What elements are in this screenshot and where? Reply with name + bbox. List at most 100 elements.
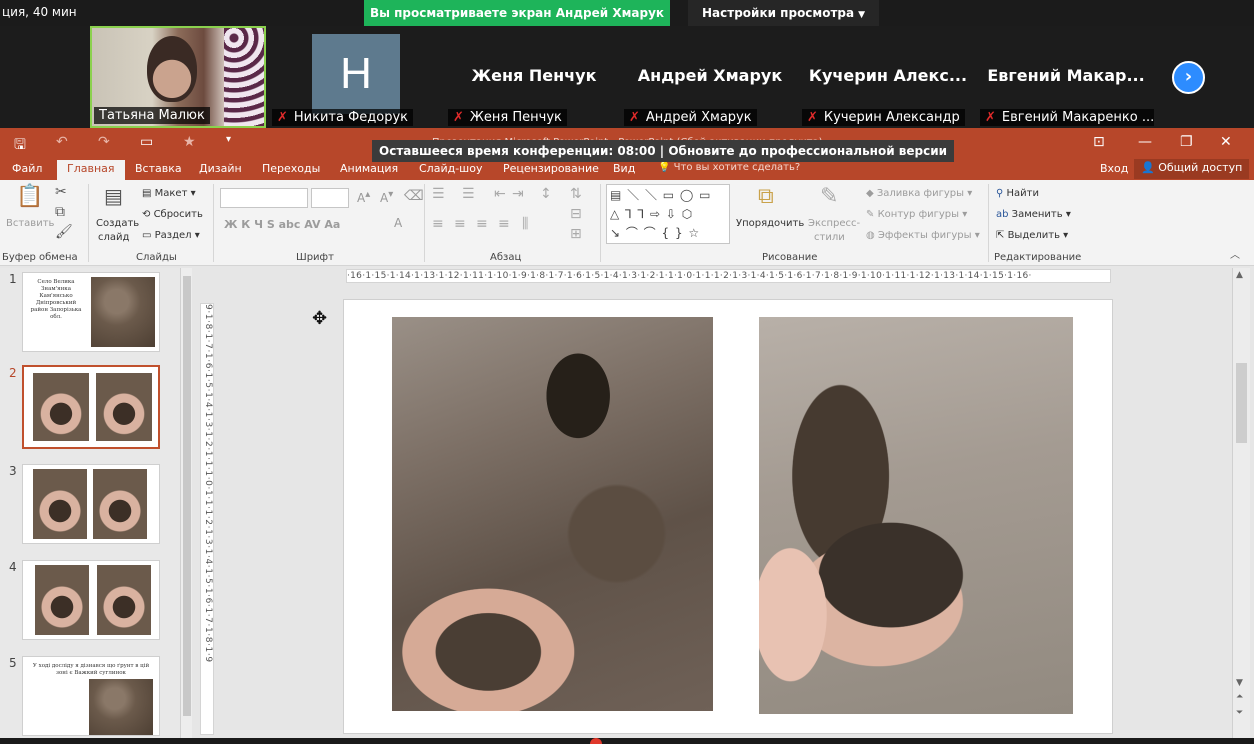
scroll-down-icon[interactable]: ▼ <box>1236 678 1243 688</box>
tab-view[interactable]: Вид <box>613 162 635 175</box>
participants-strip: Татьяна Малюк H ✗ Никита Федорук Женя Пен… <box>0 26 1254 128</box>
shape-outline-button[interactable]: ✎ Контур фигуры ▾ <box>866 209 967 220</box>
minimize-icon[interactable]: — <box>1138 134 1152 150</box>
shapes-gallery[interactable]: ▤ ＼ ＼ ▭ ◯ ▭ △ ⅂ ⅂ ⇨ ⇩ ⬡ ↘ ⌒ ⌒ { } ☆ <box>606 184 730 244</box>
indent-icon[interactable]: ⇤ <box>494 186 506 202</box>
scrollbar-thumb[interactable] <box>1236 363 1247 443</box>
arrange-icon[interactable]: ⧉ <box>758 184 774 209</box>
reset-button[interactable]: ⟲ Сбросить <box>142 209 203 220</box>
paste-icon[interactable]: 📋 <box>16 184 43 209</box>
next-page-button[interactable]: › <box>1172 61 1205 94</box>
editor-scrollbar[interactable]: ▲ ▼ ⏶ ⏷ <box>1232 268 1250 738</box>
find-button[interactable]: ⚲ Найти <box>996 188 1039 199</box>
thumb-photo <box>33 469 87 539</box>
smartart-icon[interactable]: ⊞ <box>570 226 582 242</box>
thumbnails-scrollbar[interactable] <box>180 268 192 738</box>
slide-thumbnail-3[interactable] <box>22 464 160 544</box>
thumb-photo <box>96 373 152 441</box>
new-slide-label-1[interactable]: Создать <box>96 218 139 229</box>
tab-slideshow[interactable]: Слайд-шоу <box>419 162 482 175</box>
shrink-font-icon[interactable]: A▾ <box>380 189 393 205</box>
slide-thumbnail-5[interactable]: У ході досліду я дізнався що ґрунт в цій… <box>22 656 160 736</box>
view-options-button[interactable]: Настройки просмотра ▼ <box>688 0 880 26</box>
sign-in-link[interactable]: Вход <box>1100 162 1128 175</box>
participant-tile[interactable]: Андрей Хмарук ✗ Андрей Хмарук <box>622 26 798 128</box>
line-spacing-icon[interactable]: ↕ <box>540 186 552 202</box>
divider <box>213 184 214 262</box>
undo-icon[interactable]: ↶ <box>56 134 68 150</box>
quick-styles-icon[interactable]: ✎ <box>820 184 838 209</box>
tab-transitions[interactable]: Переходы <box>262 162 320 175</box>
slide-thumbnail-2[interactable] <box>22 365 160 449</box>
restore-icon[interactable]: ❐ <box>1180 134 1193 150</box>
bullets-icon[interactable]: ☰ <box>432 186 445 202</box>
customize-qat-icon[interactable]: ▾ <box>226 134 231 145</box>
replace-button[interactable]: ab Заменить ▾ <box>996 209 1071 220</box>
align-center-icon[interactable]: ≡ <box>454 216 466 232</box>
cut-icon[interactable]: ✂ <box>55 184 67 200</box>
next-slide-icon[interactable]: ⏷ <box>1236 708 1243 718</box>
columns-icon[interactable]: ⫼ <box>522 216 528 232</box>
shape-effects-button[interactable]: ◍ Эффекты фигуры ▾ <box>866 230 980 241</box>
scrollbar-thumb[interactable] <box>183 276 191 716</box>
copy-icon[interactable]: ⧉ <box>55 204 65 220</box>
format-painter-icon[interactable]: 🖌 <box>55 224 73 240</box>
slide-thumbnail-4[interactable] <box>22 560 160 640</box>
grow-font-icon[interactable]: A▴ <box>357 189 370 205</box>
align-text-icon[interactable]: ⊟ <box>570 206 582 222</box>
select-button[interactable]: ⇱ Выделить ▾ <box>996 230 1068 241</box>
arrange-label[interactable]: Упорядочить <box>736 218 804 229</box>
start-slideshow-icon[interactable]: ▭ <box>140 134 153 150</box>
share-button[interactable]: 👤 Общий доступ <box>1134 159 1250 179</box>
paste-label[interactable]: Вставить <box>6 218 54 229</box>
shape-fill-button[interactable]: ◆ Заливка фигуры ▾ <box>866 188 972 199</box>
tab-home[interactable]: Главная <box>57 160 125 180</box>
participant-tile[interactable]: Евгений Макар... ✗ Евгений Макаренко ... <box>978 26 1154 128</box>
star-icon[interactable]: ★ <box>183 134 196 150</box>
clear-formatting-icon[interactable]: ⌫ <box>404 188 424 204</box>
slide-canvas[interactable] <box>344 300 1112 733</box>
font-style-buttons[interactable]: Ж К Ч S abc AV Aa <box>224 218 340 231</box>
tab-review[interactable]: Рецензирование <box>503 162 599 175</box>
quick-styles-label-1[interactable]: Экспресс- <box>808 218 860 229</box>
screen: ция, 40 мин Вы просматриваете экран Андр… <box>0 0 1254 744</box>
section-button[interactable]: ▭ Раздел ▾ <box>142 230 200 241</box>
justify-icon[interactable]: ≡ <box>498 216 510 232</box>
soil-photo-clod[interactable] <box>759 317 1073 714</box>
horizontal-ruler: ·16·1·15·1·14·1·13·1·12·1·11·1·10·1·9·1·… <box>346 269 1111 283</box>
font-name-field[interactable] <box>220 188 308 208</box>
quick-styles-label-2[interactable]: стили <box>814 232 845 243</box>
font-size-field[interactable] <box>311 188 349 208</box>
save-icon[interactable]: 🖫 <box>14 134 26 158</box>
divider <box>600 184 601 262</box>
new-slide-label-2[interactable]: слайд <box>98 232 129 243</box>
align-right-icon[interactable]: ≡ <box>476 216 488 232</box>
tab-file[interactable]: Файл <box>12 162 42 175</box>
tell-me-search[interactable]: 💡 Что вы хотите сделать? <box>658 162 800 173</box>
participant-tile[interactable]: H ✗ Никита Федорук <box>270 26 446 128</box>
new-slide-icon[interactable]: ▤ <box>104 184 123 208</box>
collapse-ribbon-icon[interactable]: ︿ <box>1230 246 1240 261</box>
align-left-icon[interactable]: ≡ <box>432 216 444 232</box>
scroll-up-icon[interactable]: ▲ <box>1236 270 1243 280</box>
previous-slide-icon[interactable]: ⏶ <box>1236 692 1243 702</box>
tab-insert[interactable]: Вставка <box>135 162 182 175</box>
text-direction-icon[interactable]: ⇅ <box>570 186 582 202</box>
participant-tile-video[interactable]: Татьяна Малюк <box>90 26 266 128</box>
group-slides: Слайды <box>136 252 177 263</box>
layout-button[interactable]: ▤ Макет ▾ <box>142 188 196 199</box>
numbering-icon[interactable]: ☰ <box>462 186 475 202</box>
font-color-icon[interactable]: A <box>394 216 402 230</box>
redo-icon[interactable]: ↷ <box>98 134 110 150</box>
thumb-photo <box>93 469 147 539</box>
close-icon[interactable]: ✕ <box>1220 134 1232 150</box>
ribbon-display-options-icon[interactable]: ⊡ <box>1093 134 1105 150</box>
tab-animations[interactable]: Анимация <box>340 162 398 175</box>
slide-thumbnail-1[interactable]: Село Велика Знам'янка Кам'янсько Дніпров… <box>22 272 160 352</box>
participant-tile[interactable]: Женя Пенчук ✗ Женя Пенчук <box>446 26 622 128</box>
participant-tile[interactable]: Кучерин Алекс... ✗ Кучерин Александр <box>800 26 976 128</box>
tab-design[interactable]: Дизайн <box>199 162 242 175</box>
outdent-icon[interactable]: ⇥ <box>512 186 524 202</box>
soil-photo-hand[interactable] <box>392 317 713 711</box>
select-icon: ⇱ <box>996 230 1008 241</box>
